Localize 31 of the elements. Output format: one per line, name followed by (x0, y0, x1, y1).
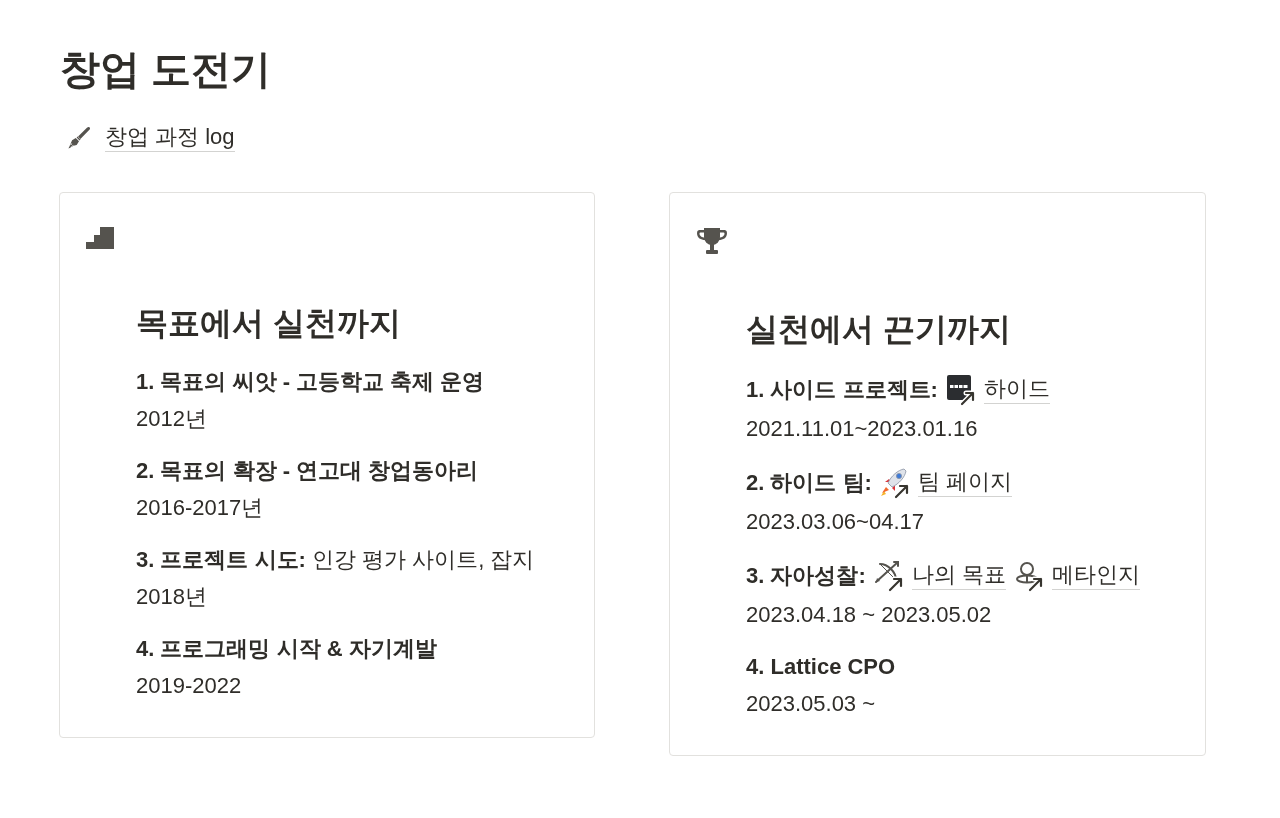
item-date: 2018년 (136, 583, 207, 611)
item-title: 2. 목표의 확장 - 연고대 창업동아리 (136, 457, 479, 485)
item-date: 2023.04.18 ~ 2023.05.02 (746, 601, 992, 629)
item-title: 4. Lattice CPO (746, 653, 896, 681)
item-date: 2016-2017년 (136, 494, 264, 522)
head-ring-icon (1013, 559, 1044, 592)
item-title: 4. 프로그래밍 시작 & 자기계발 (136, 635, 437, 663)
logo-tile-icon (945, 373, 976, 406)
item-title: 3. 프로젝트 시도: 인강 평가 사이트, 잡지 (136, 546, 535, 574)
item-title: 1. 목표의 씨앗 - 고등학교 축제 운영 (136, 368, 485, 396)
fountain-pen-icon (67, 125, 91, 150)
item-title: 3. 자아성찰: (746, 562, 866, 590)
bow-arrow-icon (873, 559, 904, 592)
card-heading: 목표에서 실천까지 (136, 304, 401, 343)
page-link[interactable]: 창업 과정 log (67, 123, 235, 152)
item-date: 2012년 (136, 405, 207, 433)
page-link[interactable]: 메타인지 (1013, 559, 1140, 592)
page-title: 창업 도전기 (60, 46, 272, 93)
card-heading: 실천에서 끈기까지 (746, 310, 1011, 349)
item-date: 2023.03.06~04.17 (746, 508, 924, 536)
item-date: 2023.05.03 ~ (746, 690, 876, 718)
trophy-icon (696, 227, 728, 255)
stairs-icon (86, 227, 114, 249)
page-link[interactable]: 하이드 (945, 373, 1050, 406)
item-date: 2021.11.01~2023.01.16 (746, 415, 978, 443)
item-date: 2019-2022 (136, 672, 242, 700)
item-title: 2. 하이드 팀: (746, 469, 872, 497)
rocket-icon (879, 466, 910, 499)
item-title: 1. 사이드 프로젝트: (746, 376, 938, 404)
page-link[interactable]: 나의 목표 (873, 559, 1006, 592)
page-link[interactable]: 팀 페이지 (879, 466, 1013, 499)
